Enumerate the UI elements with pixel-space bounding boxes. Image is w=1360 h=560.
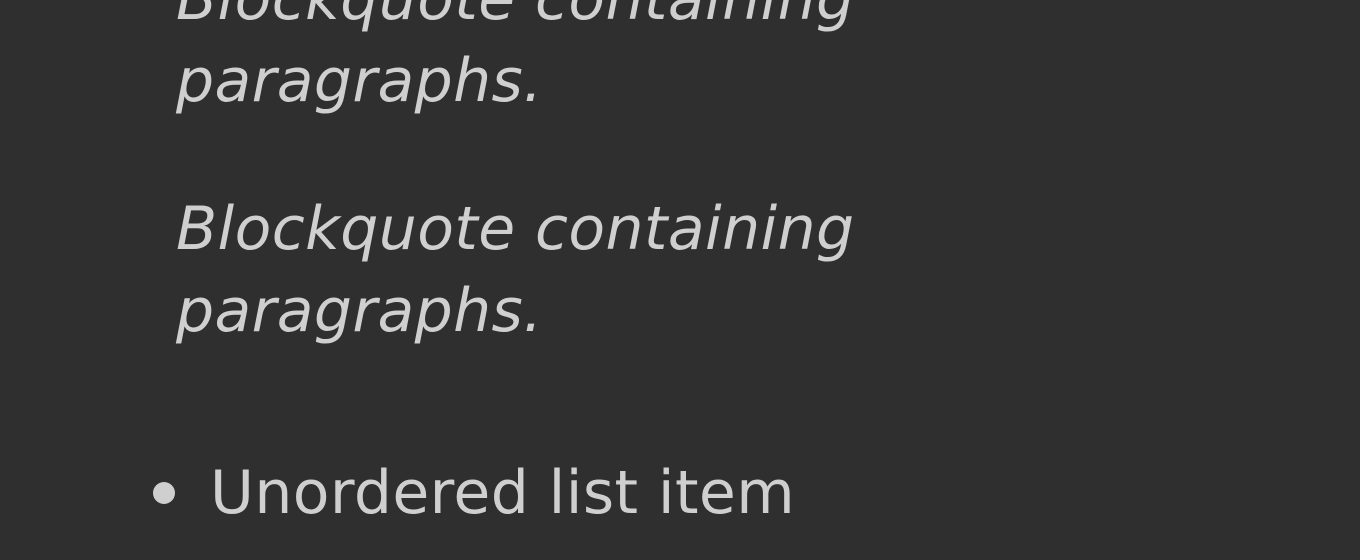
list-item-text: Unordered list item <box>210 458 796 528</box>
blockquote-paragraph: Blockquote containing paragraphs. <box>176 194 855 346</box>
list-item: Unordered list item <box>150 452 795 534</box>
blockquote-paragraph: Blockquote containing paragraphs. <box>176 0 854 116</box>
editor-content[interactable]: Blockquote containing paragraphs. Blockq… <box>0 0 1360 560</box>
unordered-list: Unordered list item <box>150 452 795 534</box>
bullet-icon <box>153 482 175 504</box>
